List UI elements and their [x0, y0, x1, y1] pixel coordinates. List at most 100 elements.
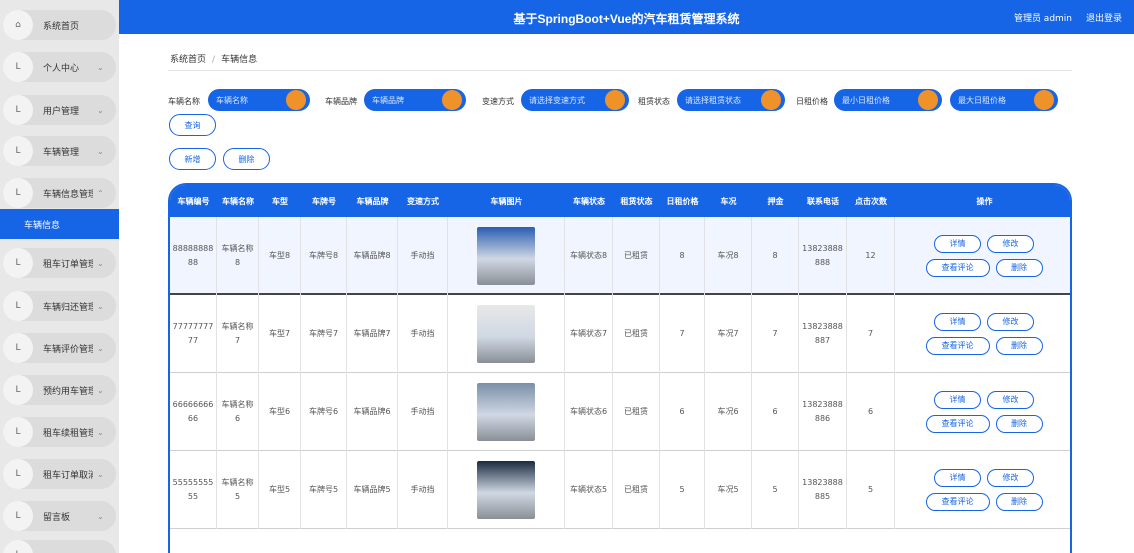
cell-trans: 手动挡: [398, 217, 448, 295]
detail-button[interactable]: 详情: [934, 469, 981, 487]
delete-button[interactable]: 删除: [223, 148, 270, 170]
column-header: 车辆图片: [490, 196, 523, 206]
column-header: 联系电话: [807, 196, 839, 206]
chevron-down-icon: ⌄: [97, 301, 104, 311]
column-header: 车牌号: [312, 196, 336, 206]
table-row[interactable]: 7777777777 车辆名称7 车型7 车牌号7 车辆品牌7 手动挡 车辆状态7 已租赁 7 车…: [170, 295, 1070, 373]
renew-icon: L: [3, 417, 33, 447]
search-button[interactable]: 查询: [169, 114, 216, 136]
input-knob-icon: [286, 90, 306, 110]
cell-deposit: 6: [752, 373, 799, 451]
detail-button[interactable]: 详情: [934, 313, 981, 331]
cell-cond: 车况6: [705, 373, 752, 451]
sidebar-item-label: 用户管理: [43, 106, 80, 117]
cell-clicks: 5: [847, 451, 895, 529]
cell-cond: 车况8: [705, 217, 752, 295]
list-icon: L: [3, 178, 33, 208]
detail-button[interactable]: 详情: [934, 235, 981, 253]
view-reviews-button[interactable]: 查看评论: [925, 415, 990, 433]
sidebar-item-renew[interactable]: L 租车续租管理 ⌄: [3, 417, 116, 447]
users-icon: L: [3, 95, 33, 125]
status-select[interactable]: 请选择租赁状态: [677, 89, 785, 111]
column-header: 点击次数: [855, 196, 887, 206]
logout-link[interactable]: 退出登录: [1086, 11, 1122, 24]
actions-cell: 详情 修改查看评论 删除: [895, 295, 1070, 373]
column-header: 变速方式: [407, 196, 439, 206]
chevron-down-icon: ⌄: [97, 385, 104, 395]
cell-plate: 车牌号8: [301, 217, 347, 295]
brand-placeholder: 车辆品牌: [372, 95, 404, 105]
car-name-label: 车辆名称: [168, 97, 200, 106]
sidebar-item-return[interactable]: L 车辆归还管理 ⌄: [3, 291, 116, 321]
max-price-input[interactable]: 最大日租价格: [950, 89, 1058, 111]
table-row[interactable]: 6666666666 车辆名称6 车型6 车牌号6 车辆品牌6 手动挡 车辆状态6 已租赁 6 车…: [170, 373, 1070, 451]
cell-phone: 13823888888: [799, 217, 847, 295]
cell-car-status: 车辆状态5: [565, 451, 613, 529]
car-image-cell: [448, 451, 565, 529]
min-price-input[interactable]: 最小日租价格: [834, 89, 942, 111]
home-icon: ⌂: [3, 10, 33, 40]
sidebar-item-label: 留言板: [43, 512, 71, 523]
breadcrumb-current: 车辆信息: [221, 55, 258, 65]
status-label: 租赁状态: [638, 97, 670, 106]
edit-button[interactable]: 修改: [987, 469, 1034, 487]
edit-button[interactable]: 修改: [987, 313, 1034, 331]
cell-model: 车型8: [259, 217, 301, 295]
car-image: [477, 383, 535, 441]
view-reviews-button[interactable]: 查看评论: [925, 337, 990, 355]
sidebar-item-profile[interactable]: L 个人中心 ⌄: [3, 52, 116, 82]
table-row[interactable]: 5555555555 车辆名称5 车型5 车牌号5 车辆品牌5 手动挡 车辆状态5 已租赁 5 车…: [170, 451, 1070, 529]
cell-cond: 车况5: [705, 451, 752, 529]
view-reviews-button[interactable]: 查看评论: [925, 493, 990, 511]
cell-rent-status: 已租赁: [613, 373, 660, 451]
edit-button[interactable]: 修改: [987, 235, 1034, 253]
cell-phone: 13823888886: [799, 373, 847, 451]
cell-deposit: 5: [752, 451, 799, 529]
current-user: 管理员 admin: [1013, 14, 1072, 24]
chevron-down-icon: ⌄: [97, 146, 104, 156]
more-icon: L: [3, 540, 33, 553]
cell-plate: 车牌号7: [301, 295, 347, 373]
breadcrumb-home[interactable]: 系统首页: [170, 55, 206, 65]
row-delete-button[interactable]: 删除: [995, 415, 1043, 433]
detail-button[interactable]: 详情: [934, 391, 981, 409]
cell-brand: 车辆品牌7: [347, 295, 398, 373]
sidebar-item-home[interactable]: ⌂ 系统首页: [3, 10, 116, 40]
brand-input[interactable]: 车辆品牌: [364, 89, 466, 111]
row-delete-button[interactable]: 删除: [995, 337, 1043, 355]
column-header: 车辆名称: [222, 196, 254, 206]
status-placeholder: 请选择租赁状态: [685, 95, 741, 105]
sidebar-item-more[interactable]: L: [3, 540, 116, 553]
car-name-input[interactable]: 车辆名称: [208, 89, 310, 111]
cell-cond: 车况7: [705, 295, 752, 373]
sidebar-item-reviews[interactable]: L 车辆评价管理 ⌄: [3, 333, 116, 363]
sidebar-item-users[interactable]: L 用户管理 ⌄: [3, 95, 116, 125]
add-button[interactable]: 新增: [169, 148, 216, 170]
table-row[interactable]: 8888888888 车辆名称8 车型8 车牌号8 车辆品牌8 手动挡 车辆状态8 已租赁 8 车…: [170, 217, 1070, 295]
calendar-icon: L: [3, 375, 33, 405]
sidebar-item-messages[interactable]: L 留言板 ⌄: [3, 501, 116, 531]
transmission-select[interactable]: 请选择变速方式: [521, 89, 629, 111]
sidebar-item-booking[interactable]: L 预约用车管理 ⌄: [3, 375, 116, 405]
sidebar-subitem-car-info[interactable]: 车辆信息: [0, 209, 119, 239]
cell-name: 车辆名称7: [217, 295, 259, 373]
chevron-down-icon: ⌄: [97, 511, 104, 521]
brand-label: 车辆品牌: [325, 97, 357, 106]
input-knob-icon: [918, 90, 938, 110]
cancel-icon: L: [3, 459, 33, 489]
sidebar-item-cancel[interactable]: L 租车订单取消 ⌄: [3, 459, 116, 489]
sidebar-item-rent-orders[interactable]: L 租车订单管理 ⌄: [3, 248, 116, 278]
cell-clicks: 7: [847, 295, 895, 373]
star-icon: L: [3, 333, 33, 363]
cell-name: 车辆名称5: [217, 451, 259, 529]
sidebar-item-car-info[interactable]: L 车辆信息管理 ⌃: [3, 178, 116, 208]
row-delete-button[interactable]: 删除: [995, 493, 1043, 511]
edit-button[interactable]: 修改: [987, 391, 1034, 409]
cell-name: 车辆名称6: [217, 373, 259, 451]
cell-brand: 车辆品牌5: [347, 451, 398, 529]
sidebar-item-cars[interactable]: L 车辆管理 ⌄: [3, 136, 116, 166]
row-delete-button[interactable]: 删除: [995, 259, 1043, 277]
cell-rent-status: 已租赁: [613, 295, 660, 373]
select-knob-icon: [605, 90, 625, 110]
view-reviews-button[interactable]: 查看评论: [925, 259, 990, 277]
